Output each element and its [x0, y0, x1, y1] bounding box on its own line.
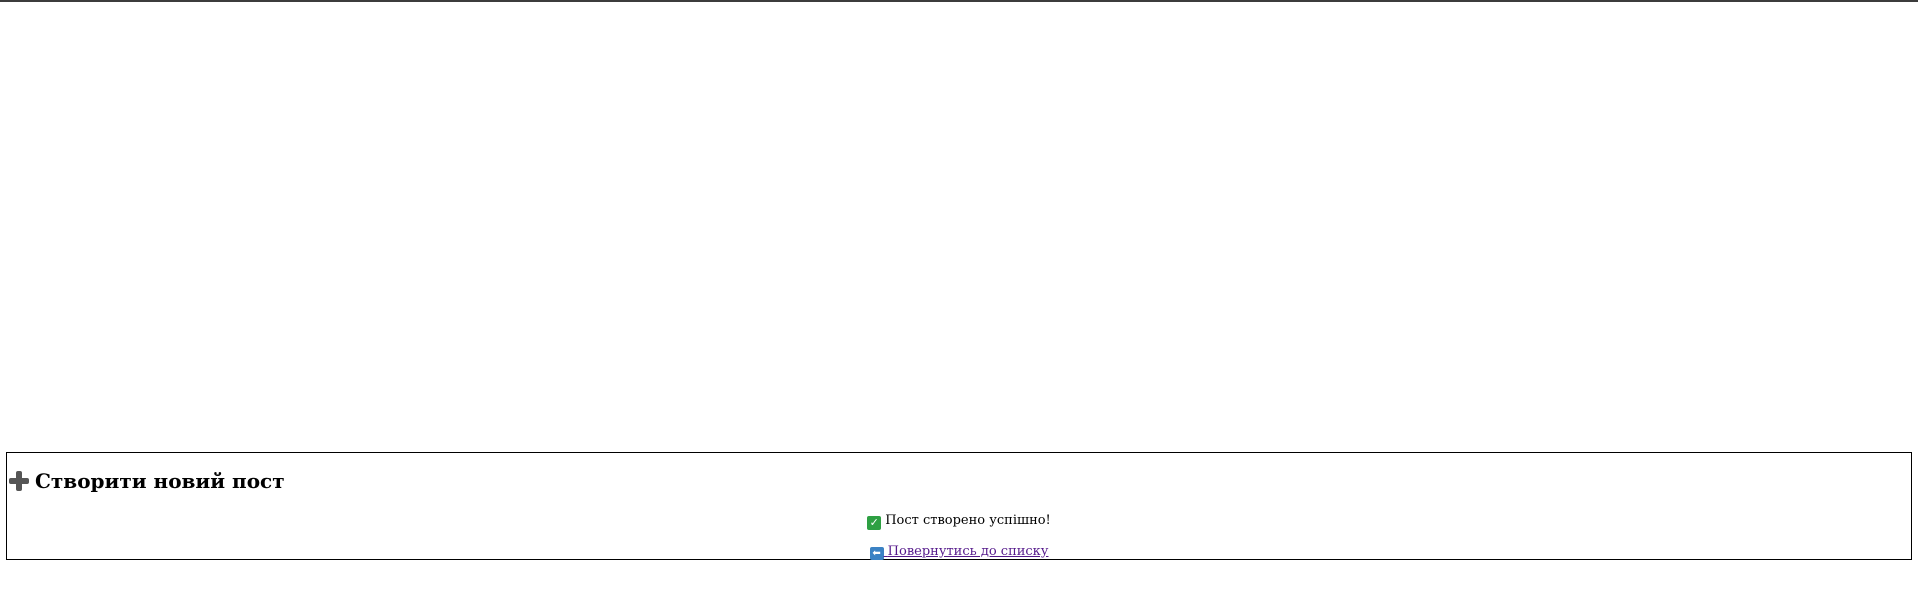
back-arrow-icon: ⬅ [869, 547, 884, 560]
create-post-panel: Створити новий пост ✓ Пост створено успіш… [6, 452, 1912, 560]
page-title-text: Створити новий пост [35, 469, 285, 493]
back-to-list-link[interactable]: ⬅ Повернутись до списку [869, 544, 1049, 560]
page-title: Створити новий пост [9, 469, 285, 493]
back-link-label: Повернутись до списку [887, 544, 1049, 559]
success-message: ✓ Пост створено успішно! [7, 513, 1911, 530]
plus-icon [9, 471, 29, 491]
back-link-row: ⬅ Повернутись до списку [7, 544, 1911, 560]
top-divider [0, 0, 1918, 2]
check-mark-icon: ✓ [867, 516, 882, 530]
success-message-text: Пост створено успішно! [885, 513, 1051, 528]
